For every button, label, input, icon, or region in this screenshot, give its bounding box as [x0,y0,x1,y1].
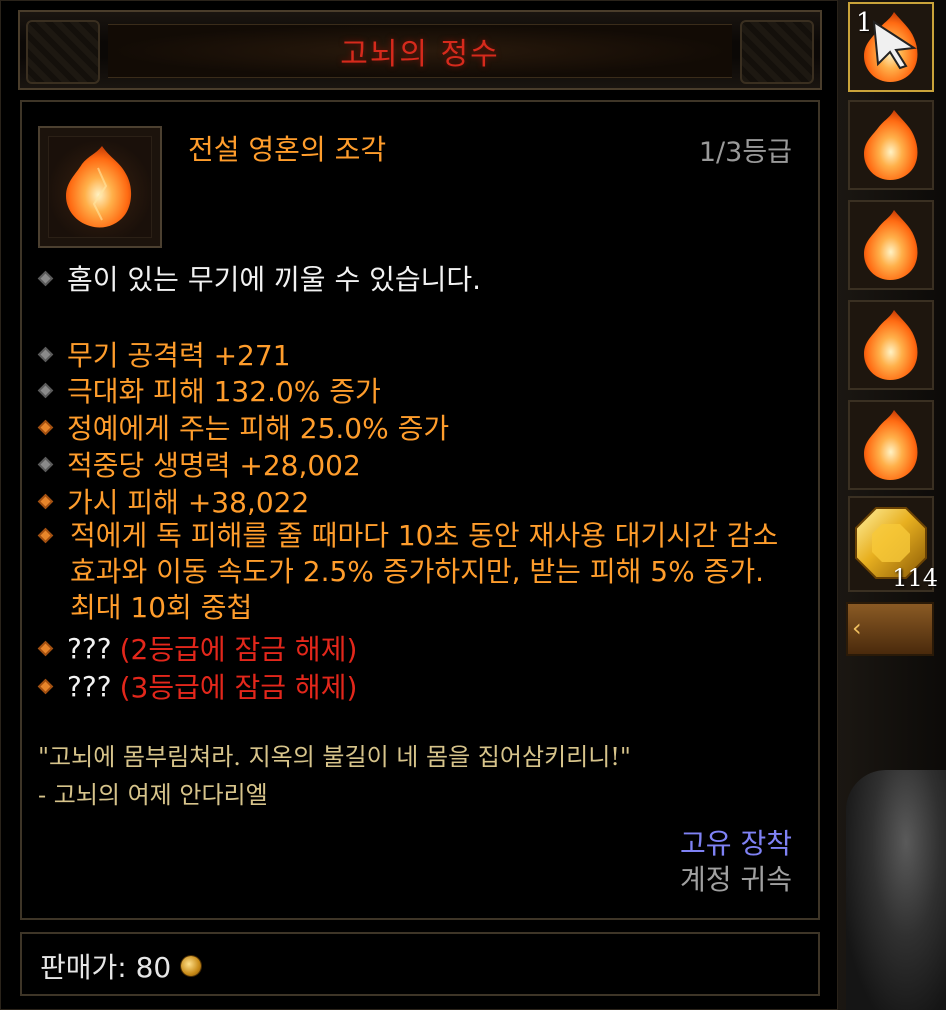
item-icon-frame [38,126,162,248]
sell-price-text: 판매가: 80 [40,951,172,984]
bullet-icon [37,270,54,286]
tooltip-header: 고뇌의 정수 [18,10,822,90]
bullet-icon [37,640,54,656]
scroll-left-button[interactable]: ‹ [846,602,934,656]
account-bound-label: 계정 귀속 [680,863,792,896]
mouse-cursor-icon [872,20,917,70]
bullet-icon [37,382,54,398]
flame-shard-icon [66,146,132,228]
inventory-slot[interactable] [848,400,934,490]
bullet-icon [37,456,54,472]
gold-coin-icon [181,956,202,976]
socket-line: 홈이 있는 무기에 끼울 수 있습니다. [37,258,482,298]
bullet-icon [37,419,54,435]
legendary-effect-text: 적에게 독 피해를 줄 때마다 10초 동안 재사용 대기시간 감소 효과와 이… [70,519,779,624]
chevron-left-icon: ‹ [852,614,862,642]
stat-line: 가시 피해 +38,022 [37,481,310,521]
bullet-icon [37,346,54,362]
inventory-slot[interactable] [848,300,934,390]
locked-prefix: ??? [67,669,112,703]
locked-text: (2등급에 잠금 해제) [119,633,358,666]
stat-text: 가시 피해 +38,022 [67,486,310,519]
stat-text: 극대화 피해 132.0% 증가 [67,375,381,408]
flame-shard-icon [864,310,918,380]
flame-shard-icon [864,410,918,480]
sell-price: 판매가: 80 [40,946,202,986]
bullet-icon [37,493,54,509]
flame-shard-icon [864,110,918,180]
flavor-author: - 고뇌의 여제 안다리엘 [38,781,268,809]
locked-prefix: ??? [67,631,112,665]
locked-line: ??? (2등급에 잠금 해제) [37,628,358,668]
item-type: 전설 영혼의 조각 [188,133,387,166]
inventory-slot[interactable] [848,100,934,190]
title-plate: 고뇌의 정수 [108,24,732,78]
inventory-slot[interactable] [848,200,934,290]
socket-text: 홈이 있는 무기에 끼울 수 있습니다. [67,263,482,296]
stat-text: 정예에게 주는 피해 25.0% 증가 [67,412,450,445]
flavor-text: "고뇌에 몸부림쳐라. 지옥의 불길이 네 몸을 집어삼키리니!" - 고뇌의 … [38,738,631,814]
unique-equipped-label: 고유 장착 [680,827,792,860]
item-tooltip: 고뇌의 정수 전설 영혼의 조각 1/3등급 홈이 있는 무기에 끼울 수 있습… [0,0,838,1010]
locked-line: ??? (3등급에 잠금 해제) [37,666,358,706]
background-statue [846,770,946,1010]
gem-count: 114 [892,564,938,592]
stat-line: 정예에게 주는 피해 25.0% 증가 [37,407,450,447]
legendary-effect: 적에게 독 피해를 줄 때마다 10초 동안 재사용 대기시간 감소 효과와 이… [37,518,790,626]
stat-line: 극대화 피해 132.0% 증가 [37,370,381,410]
item-rank: 1/3등급 [698,137,792,168]
stat-text: 무기 공격력 +271 [67,339,291,372]
stat-text: 적중당 생명력 +28,002 [67,449,361,482]
locked-text: (3등급에 잠금 해제) [119,671,358,704]
stat-line: 적중당 생명력 +28,002 [37,444,361,484]
item-name: 고뇌의 정수 [340,37,500,72]
bullet-icon [37,678,54,694]
flame-shard-icon [864,210,918,280]
stat-line: 무기 공격력 +271 [37,334,291,374]
flavor-quote: "고뇌에 몸부림쳐라. 지옥의 불길이 네 몸을 집어삼키리니!" [38,743,631,771]
